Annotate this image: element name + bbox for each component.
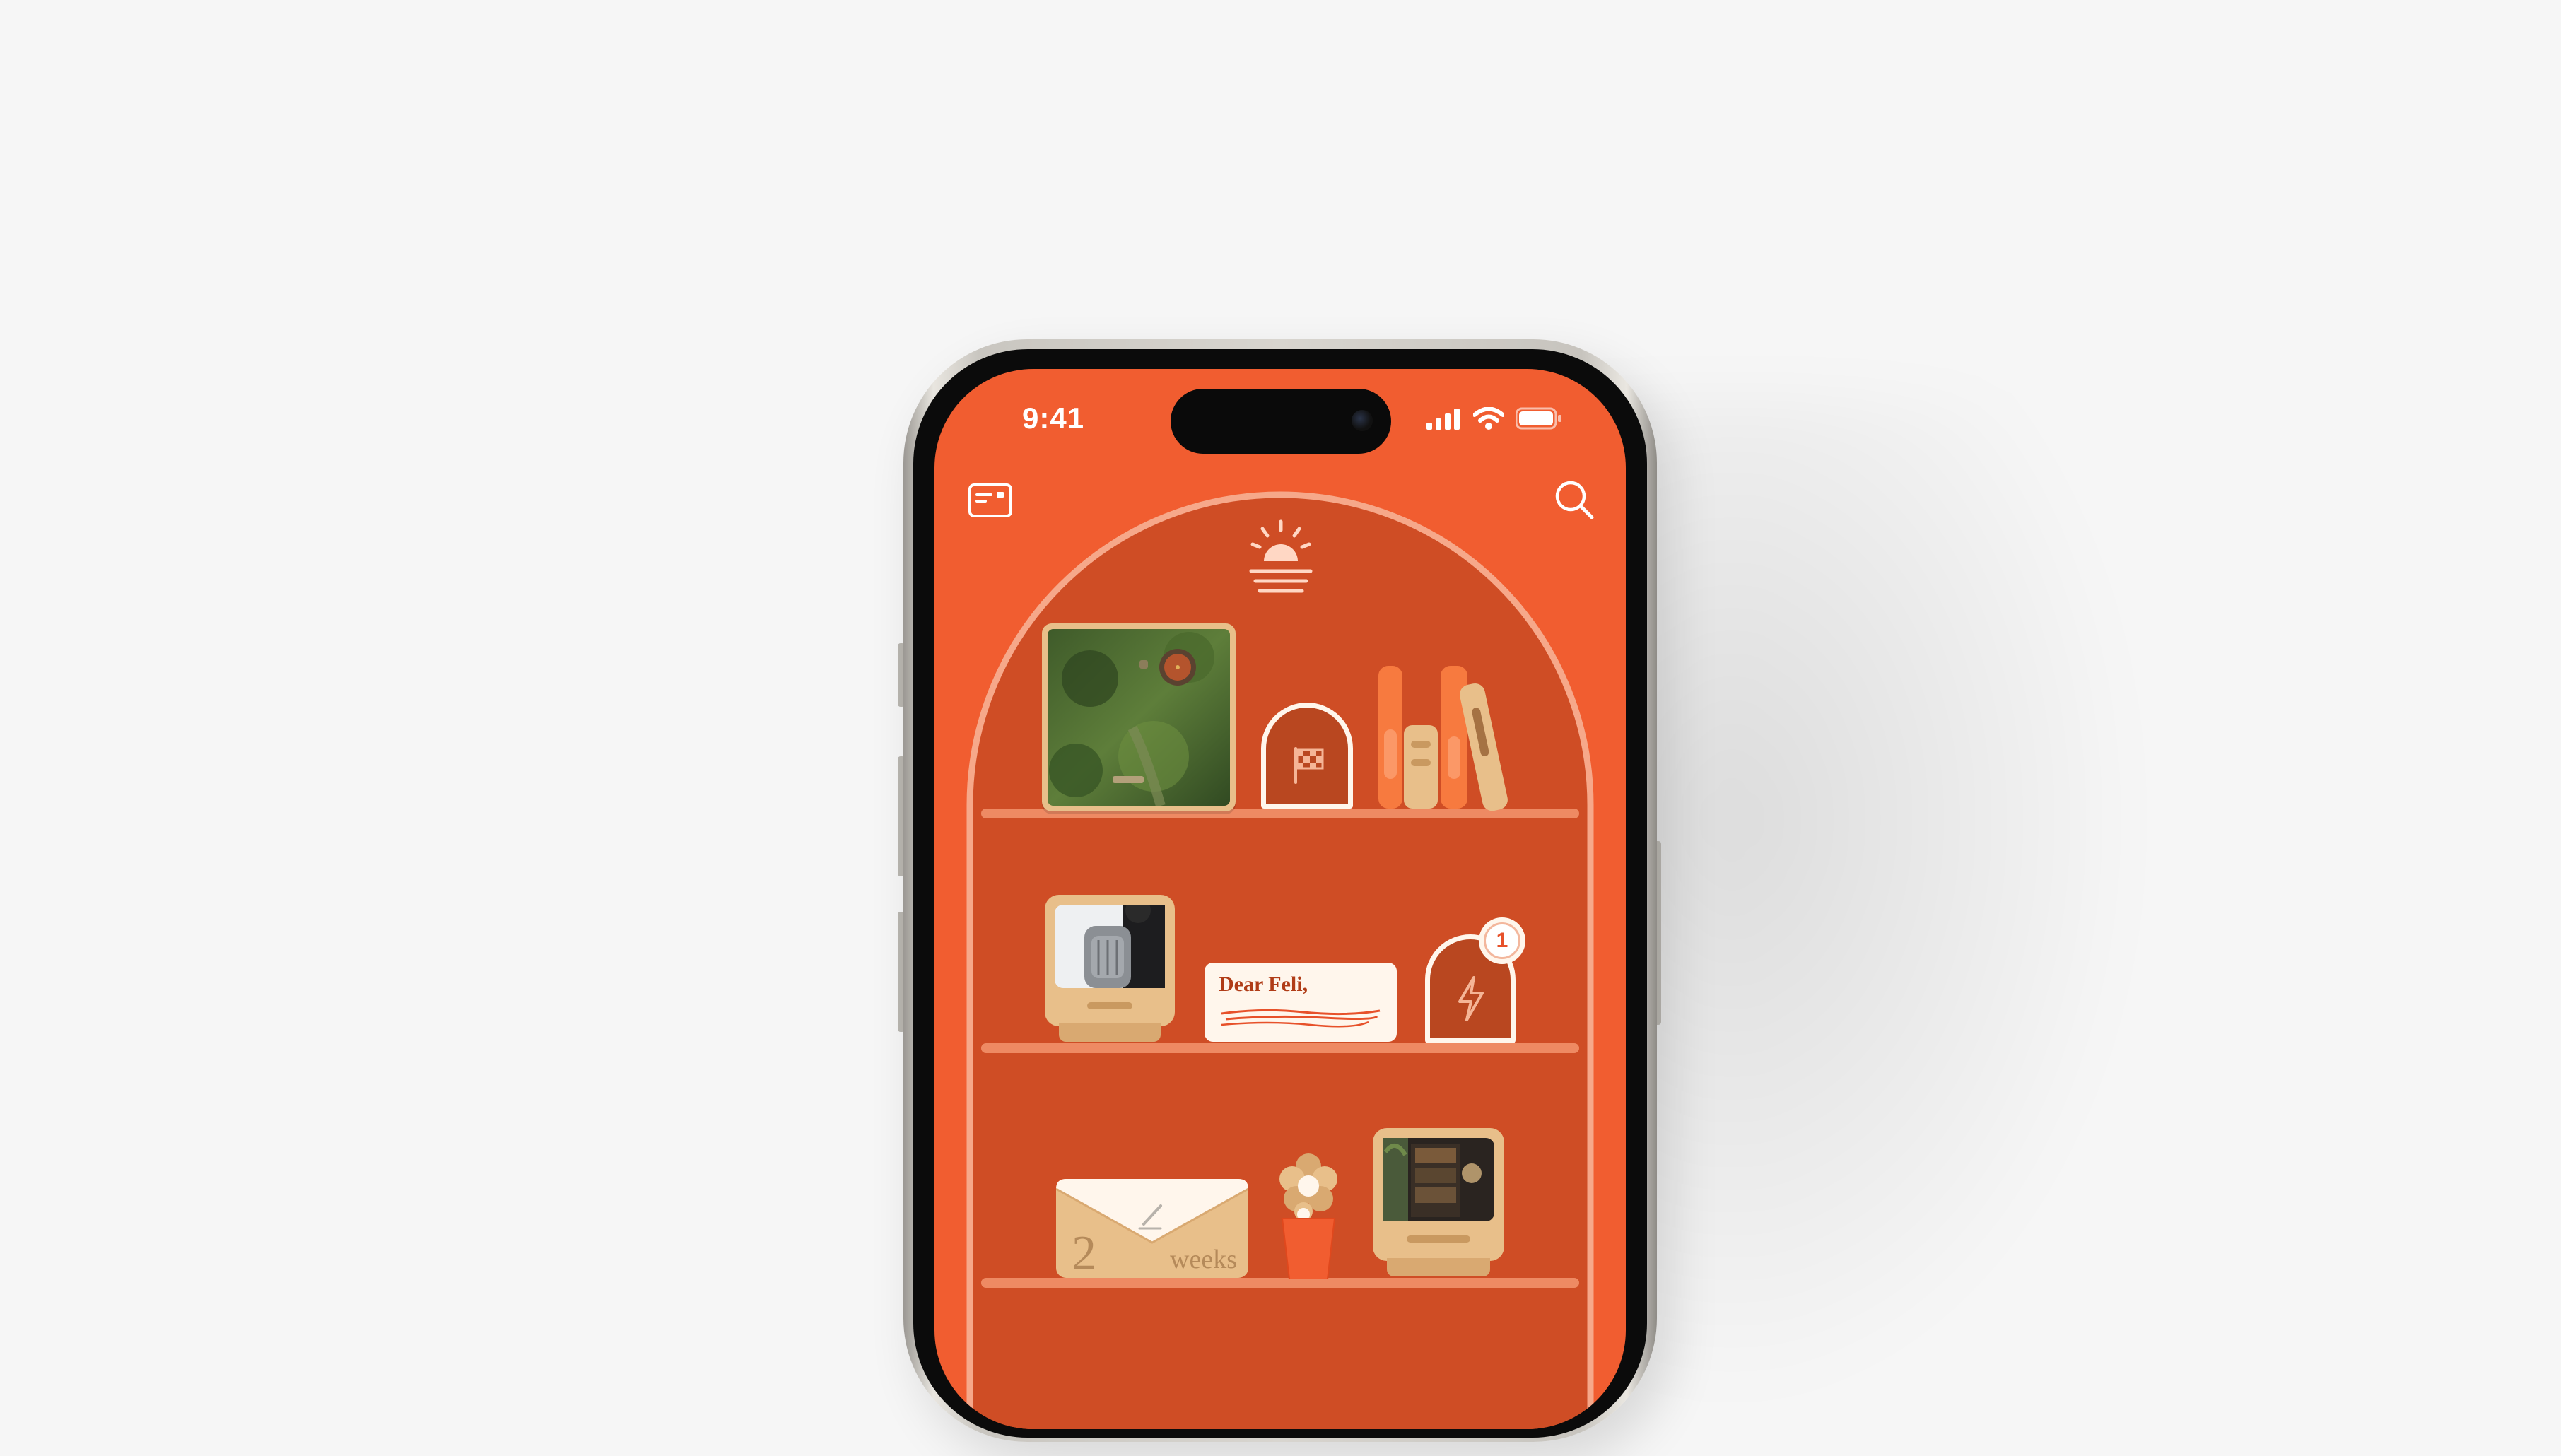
arch-tile-flag[interactable] xyxy=(1261,703,1353,809)
shelf-3 xyxy=(981,1278,1579,1288)
computer-slot xyxy=(1087,1002,1132,1009)
photo-frame-hobbit[interactable] xyxy=(1042,623,1236,811)
interior-photo xyxy=(1383,1138,1494,1221)
notification-badge: 1 xyxy=(1479,917,1525,964)
books[interactable] xyxy=(1378,666,1520,811)
computer-stand xyxy=(1387,1258,1490,1276)
letter-card[interactable]: Dear Feli, xyxy=(1205,963,1397,1042)
badge-count: 1 xyxy=(1496,929,1508,952)
hobbit-door-photo xyxy=(1048,629,1230,806)
letter-greeting: Dear Feli, xyxy=(1219,973,1308,996)
status-time: 9:41 xyxy=(1022,401,1085,435)
countdown-unit: weeks xyxy=(1170,1245,1237,1274)
checkered-flag-icon xyxy=(1294,747,1324,784)
cellular-signal-icon xyxy=(1426,409,1460,430)
wifi-icon xyxy=(1473,407,1504,430)
computer-stand xyxy=(1059,1023,1161,1042)
battery-icon xyxy=(1516,407,1561,430)
shelf-2 xyxy=(981,1043,1579,1053)
front-camera xyxy=(1352,410,1373,431)
sunrise-icon xyxy=(1249,519,1313,593)
dynamic-island xyxy=(1171,389,1391,454)
computer-slot xyxy=(1407,1235,1470,1243)
badge-inner: 1 xyxy=(1484,922,1520,959)
envelope-countdown[interactable]: 2 weeks xyxy=(1056,1179,1248,1281)
retro-computer-backpack[interactable] xyxy=(1045,895,1175,1043)
app-screen: 9:41 Dear Feli, 1 2 weeks xyxy=(934,369,1626,1429)
retro-computer-interior[interactable] xyxy=(1373,1128,1504,1278)
flower-vase[interactable] xyxy=(1277,1148,1340,1279)
status-icons xyxy=(1426,407,1562,430)
lightning-icon xyxy=(1458,976,1484,1021)
backpack-photo xyxy=(1055,905,1165,988)
scribble-lines xyxy=(1221,1009,1381,1028)
countdown-number: 2 xyxy=(1072,1226,1096,1281)
